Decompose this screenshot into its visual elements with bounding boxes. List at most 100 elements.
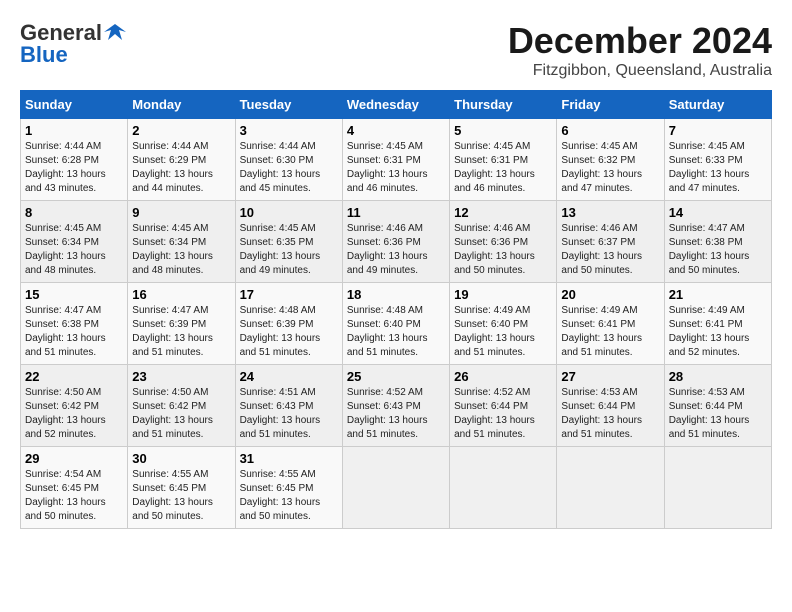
day-cell-20: 20 Sunrise: 4:49 AMSunset: 6:41 PMDayligh… bbox=[557, 283, 664, 365]
day-detail-29: Sunrise: 4:54 AMSunset: 6:45 PMDaylight:… bbox=[25, 468, 123, 524]
day-cell-2: 2 Sunrise: 4:44 AMSunset: 6:29 PMDaylight… bbox=[128, 119, 235, 201]
header-monday: Monday bbox=[128, 91, 235, 119]
header-tuesday: Tuesday bbox=[235, 91, 342, 119]
day-cell-18: 18 Sunrise: 4:48 AMSunset: 6:40 PMDayligh… bbox=[342, 283, 449, 365]
day-detail-31: Sunrise: 4:55 AMSunset: 6:45 PMDaylight:… bbox=[240, 468, 338, 524]
week-row-4: 22 Sunrise: 4:50 AMSunset: 6:42 PMDayligh… bbox=[21, 365, 772, 447]
header-thursday: Thursday bbox=[450, 91, 557, 119]
day-cell-4: 4 Sunrise: 4:45 AMSunset: 6:31 PMDaylight… bbox=[342, 119, 449, 201]
day-detail-21: Sunrise: 4:49 AMSunset: 6:41 PMDaylight:… bbox=[669, 304, 767, 360]
day-detail-20: Sunrise: 4:49 AMSunset: 6:41 PMDaylight:… bbox=[561, 304, 659, 360]
empty-cell-4-5 bbox=[557, 447, 664, 529]
day-number-7: 7 bbox=[669, 123, 767, 138]
day-detail-16: Sunrise: 4:47 AMSunset: 6:39 PMDaylight:… bbox=[132, 304, 230, 360]
header-row: SundayMondayTuesdayWednesdayThursdayFrid… bbox=[21, 91, 772, 119]
day-number-27: 27 bbox=[561, 369, 659, 384]
day-detail-27: Sunrise: 4:53 AMSunset: 6:44 PMDaylight:… bbox=[561, 386, 659, 442]
day-number-5: 5 bbox=[454, 123, 552, 138]
header-sunday: Sunday bbox=[21, 91, 128, 119]
day-number-29: 29 bbox=[25, 451, 123, 466]
day-cell-21: 21 Sunrise: 4:49 AMSunset: 6:41 PMDayligh… bbox=[664, 283, 771, 365]
day-cell-16: 16 Sunrise: 4:47 AMSunset: 6:39 PMDayligh… bbox=[128, 283, 235, 365]
day-number-2: 2 bbox=[132, 123, 230, 138]
day-cell-10: 10 Sunrise: 4:45 AMSunset: 6:35 PMDayligh… bbox=[235, 201, 342, 283]
day-cell-30: 30 Sunrise: 4:55 AMSunset: 6:45 PMDayligh… bbox=[128, 447, 235, 529]
day-detail-17: Sunrise: 4:48 AMSunset: 6:39 PMDaylight:… bbox=[240, 304, 338, 360]
day-number-4: 4 bbox=[347, 123, 445, 138]
day-number-25: 25 bbox=[347, 369, 445, 384]
day-detail-4: Sunrise: 4:45 AMSunset: 6:31 PMDaylight:… bbox=[347, 140, 445, 196]
day-cell-9: 9Sunrise: 4:45 AMSunset: 6:34 PMDaylight… bbox=[128, 201, 235, 283]
day-number-16: 16 bbox=[132, 287, 230, 302]
day-detail-25: Sunrise: 4:52 AMSunset: 6:43 PMDaylight:… bbox=[347, 386, 445, 442]
logo: General Blue bbox=[20, 20, 126, 68]
week-row-1: 1Sunrise: 4:44 AMSunset: 6:28 PMDaylight… bbox=[21, 119, 772, 201]
day-cell-29: 29 Sunrise: 4:54 AMSunset: 6:45 PMDayligh… bbox=[21, 447, 128, 529]
empty-cell-4-3 bbox=[342, 447, 449, 529]
calendar-table: SundayMondayTuesdayWednesdayThursdayFrid… bbox=[20, 90, 772, 529]
day-number-28: 28 bbox=[669, 369, 767, 384]
day-cell-13: 13Sunrise: 4:46 AMSunset: 6:37 PMDayligh… bbox=[557, 201, 664, 283]
day-detail-18: Sunrise: 4:48 AMSunset: 6:40 PMDaylight:… bbox=[347, 304, 445, 360]
day-cell-23: 23 Sunrise: 4:50 AMSunset: 6:42 PMDayligh… bbox=[128, 365, 235, 447]
day-detail-23: Sunrise: 4:50 AMSunset: 6:42 PMDaylight:… bbox=[132, 386, 230, 442]
day-detail-6: Sunrise: 4:45 AMSunset: 6:32 PMDaylight:… bbox=[561, 140, 659, 196]
week-row-2: 8 Sunrise: 4:45 AMSunset: 6:34 PMDaylight… bbox=[21, 201, 772, 283]
header-saturday: Saturday bbox=[664, 91, 771, 119]
day-number-11: 11 bbox=[347, 205, 445, 220]
day-cell-17: 17Sunrise: 4:48 AMSunset: 6:39 PMDayligh… bbox=[235, 283, 342, 365]
day-cell-7: 7Sunrise: 4:45 AMSunset: 6:33 PMDaylight… bbox=[664, 119, 771, 201]
logo-bird-icon bbox=[104, 22, 126, 40]
day-detail-30: Sunrise: 4:55 AMSunset: 6:45 PMDaylight:… bbox=[132, 468, 230, 524]
day-cell-26: 26 Sunrise: 4:52 AMSunset: 6:44 PMDayligh… bbox=[450, 365, 557, 447]
day-number-14: 14 bbox=[669, 205, 767, 220]
day-number-31: 31 bbox=[240, 451, 338, 466]
logo-blue: Blue bbox=[20, 42, 68, 68]
day-detail-12: Sunrise: 4:46 AMSunset: 6:36 PMDaylight:… bbox=[454, 222, 552, 278]
day-cell-6: 6 Sunrise: 4:45 AMSunset: 6:32 PMDaylight… bbox=[557, 119, 664, 201]
day-number-30: 30 bbox=[132, 451, 230, 466]
month-title: December 2024 bbox=[508, 20, 772, 62]
day-detail-8: Sunrise: 4:45 AMSunset: 6:34 PMDaylight:… bbox=[25, 222, 123, 278]
day-detail-19: Sunrise: 4:49 AMSunset: 6:40 PMDaylight:… bbox=[454, 304, 552, 360]
day-number-23: 23 bbox=[132, 369, 230, 384]
day-number-26: 26 bbox=[454, 369, 552, 384]
day-detail-11: Sunrise: 4:46 AMSunset: 6:36 PMDaylight:… bbox=[347, 222, 445, 278]
day-cell-14: 14Sunrise: 4:47 AMSunset: 6:38 PMDayligh… bbox=[664, 201, 771, 283]
day-detail-13: Sunrise: 4:46 AMSunset: 6:37 PMDaylight:… bbox=[561, 222, 659, 278]
week-row-5: 29 Sunrise: 4:54 AMSunset: 6:45 PMDayligh… bbox=[21, 447, 772, 529]
day-number-6: 6 bbox=[561, 123, 659, 138]
day-number-12: 12 bbox=[454, 205, 552, 220]
day-detail-26: Sunrise: 4:52 AMSunset: 6:44 PMDaylight:… bbox=[454, 386, 552, 442]
day-detail-3: Sunrise: 4:44 AMSunset: 6:30 PMDaylight:… bbox=[240, 140, 338, 196]
day-cell-11: 11 Sunrise: 4:46 AMSunset: 6:36 PMDayligh… bbox=[342, 201, 449, 283]
day-detail-1: Sunrise: 4:44 AMSunset: 6:28 PMDaylight:… bbox=[25, 140, 123, 196]
location-text: Fitzgibbon, Queensland, Australia bbox=[508, 62, 772, 80]
day-number-10: 10 bbox=[240, 205, 338, 220]
day-number-24: 24 bbox=[240, 369, 338, 384]
day-number-20: 20 bbox=[561, 287, 659, 302]
day-cell-31: 31 Sunrise: 4:55 AMSunset: 6:45 PMDayligh… bbox=[235, 447, 342, 529]
day-cell-22: 22 Sunrise: 4:50 AMSunset: 6:42 PMDayligh… bbox=[21, 365, 128, 447]
day-cell-24: 24Sunrise: 4:51 AMSunset: 6:43 PMDayligh… bbox=[235, 365, 342, 447]
day-number-22: 22 bbox=[25, 369, 123, 384]
day-cell-25: 25 Sunrise: 4:52 AMSunset: 6:43 PMDayligh… bbox=[342, 365, 449, 447]
day-detail-5: Sunrise: 4:45 AMSunset: 6:31 PMDaylight:… bbox=[454, 140, 552, 196]
empty-cell-4-6 bbox=[664, 447, 771, 529]
day-detail-2: Sunrise: 4:44 AMSunset: 6:29 PMDaylight:… bbox=[132, 140, 230, 196]
day-cell-28: 28 Sunrise: 4:53 AMSunset: 6:44 PMDayligh… bbox=[664, 365, 771, 447]
day-cell-8: 8 Sunrise: 4:45 AMSunset: 6:34 PMDaylight… bbox=[21, 201, 128, 283]
day-cell-1: 1Sunrise: 4:44 AMSunset: 6:28 PMDaylight… bbox=[21, 119, 128, 201]
day-number-3: 3 bbox=[240, 123, 338, 138]
day-cell-12: 12 Sunrise: 4:46 AMSunset: 6:36 PMDayligh… bbox=[450, 201, 557, 283]
day-number-8: 8 bbox=[25, 205, 123, 220]
page-header: General Blue December 2024 Fitzgibbon, Q… bbox=[20, 20, 772, 80]
day-detail-22: Sunrise: 4:50 AMSunset: 6:42 PMDaylight:… bbox=[25, 386, 123, 442]
day-cell-3: 3 Sunrise: 4:44 AMSunset: 6:30 PMDaylight… bbox=[235, 119, 342, 201]
day-number-18: 18 bbox=[347, 287, 445, 302]
day-detail-10: Sunrise: 4:45 AMSunset: 6:35 PMDaylight:… bbox=[240, 222, 338, 278]
day-number-21: 21 bbox=[669, 287, 767, 302]
day-cell-5: 5 Sunrise: 4:45 AMSunset: 6:31 PMDaylight… bbox=[450, 119, 557, 201]
day-number-19: 19 bbox=[454, 287, 552, 302]
day-detail-28: Sunrise: 4:53 AMSunset: 6:44 PMDaylight:… bbox=[669, 386, 767, 442]
